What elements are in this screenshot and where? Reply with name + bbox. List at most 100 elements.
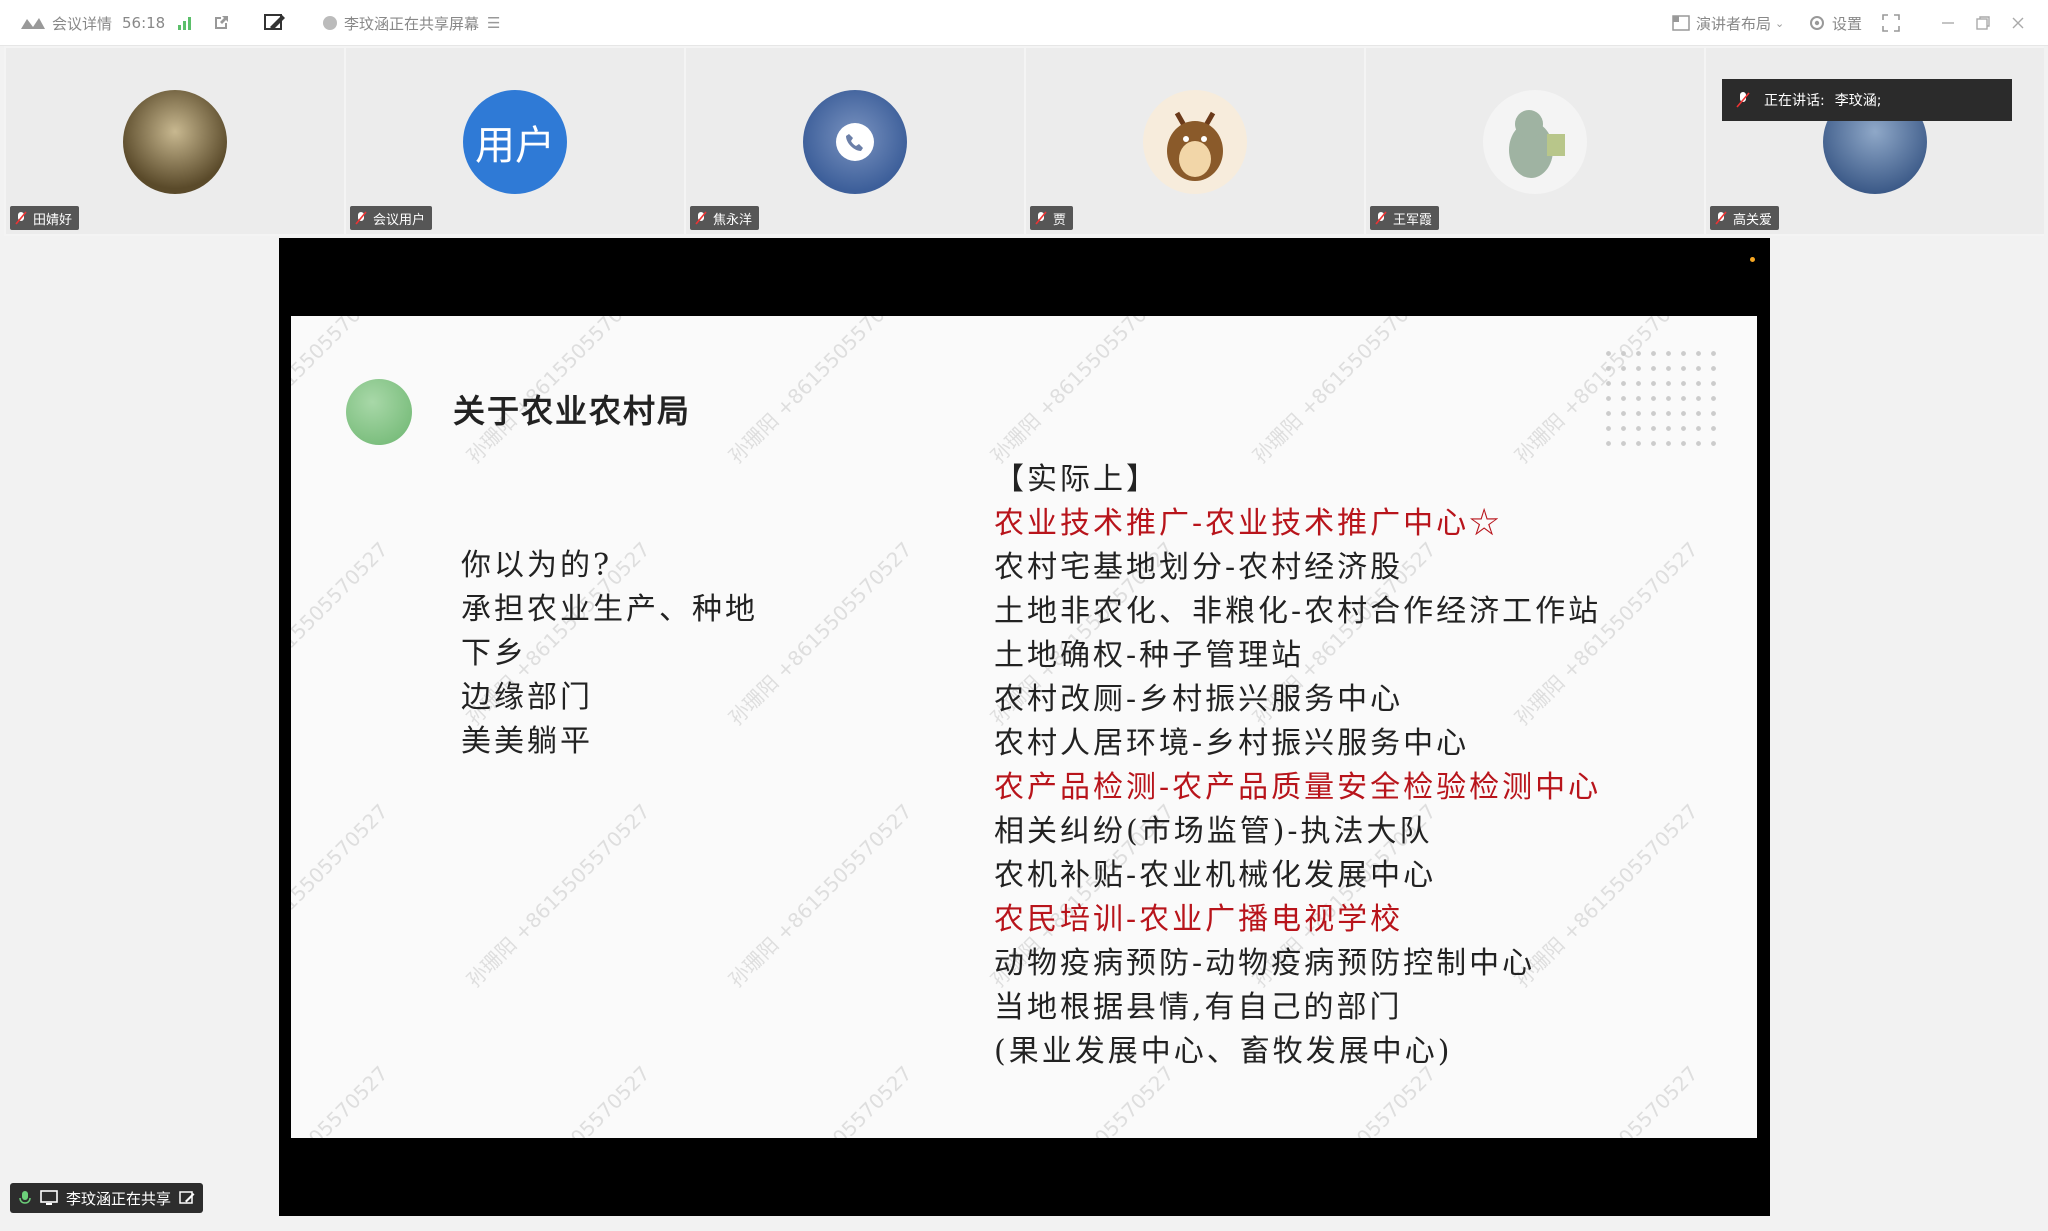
avatar: 用户 xyxy=(463,90,567,194)
slide-right-line: 农村改厕-乡村振兴服务中心 xyxy=(994,682,1404,717)
slide-right-line: 农业技术推广-农业技术推广中心☆ xyxy=(994,506,1503,541)
fullscreen-icon[interactable] xyxy=(1882,0,1900,46)
slide-right-line: 农民培训-农业广播电视学校 xyxy=(994,902,1404,937)
participant-name: 田婧好 xyxy=(33,212,73,228)
slide-bullet-circle xyxy=(346,379,412,445)
slide-right-line: 动物疫病预防-动物疫病预防控制中心 xyxy=(994,946,1536,981)
slide-left-line: 承担农业生产、种地 xyxy=(461,592,758,627)
participant-tile[interactable]: 焦永洋 xyxy=(686,48,1024,234)
gear-icon xyxy=(1808,14,1826,32)
mic-muted-icon xyxy=(695,211,707,225)
watermark-text: 孙珊阳 +8615505570527 xyxy=(291,537,393,730)
avatar xyxy=(1483,90,1587,194)
meeting-logo-icon xyxy=(20,15,46,31)
meeting-details-button[interactable]: 会议详情 xyxy=(20,0,112,46)
chevron-down-icon: ⌄ xyxy=(1775,16,1785,30)
mic-muted-icon xyxy=(1715,211,1727,225)
participant-tile[interactable]: 用户 会议用户 xyxy=(346,48,684,234)
settings-button[interactable]: 设置 xyxy=(1808,0,1862,46)
participant-name: 会议用户 xyxy=(373,212,426,228)
avatar xyxy=(123,90,227,194)
screen-share-icon xyxy=(322,15,338,31)
watermark-text: 孙珊阳 +8615505570527 xyxy=(723,799,917,992)
shared-screen[interactable]: 孙珊阳 +8615505570527 孙珊阳 +8615505570527 孙珊阳 … xyxy=(279,238,1770,1216)
share-badge[interactable]: 李玟涵正在共享 xyxy=(10,1183,204,1213)
share-badge-label: 李玟涵正在共享 xyxy=(66,1189,172,1208)
mic-icon xyxy=(1736,92,1750,108)
slide-left-line: 边缘部门 xyxy=(461,680,593,715)
dinosaur-icon xyxy=(1509,110,1565,178)
participant-name-tag: 焦永洋 xyxy=(690,206,760,230)
layout-icon xyxy=(1672,15,1690,31)
participant-name: 王军霞 xyxy=(1393,212,1433,228)
slide-left-column: 你以为的? 承担农业生产、种地 下乡边缘部门美美躺平 xyxy=(461,544,758,764)
participant-tile[interactable]: 田婧好 xyxy=(6,48,344,234)
slide-right-line: 农机补贴-农业机械化发展中心 xyxy=(994,858,1437,893)
watermark-text: 孙珊阳 +8615505570527 xyxy=(461,799,655,992)
speaking-label: 正在讲话: xyxy=(1764,93,1825,109)
mic-muted-icon xyxy=(15,211,27,225)
participant-tile[interactable]: 王军霞 xyxy=(1366,48,1704,234)
speaking-indicator: 正在讲话: 李玟涵; xyxy=(1722,79,2012,121)
participant-name: 高关爱 xyxy=(1733,212,1773,228)
watermark-text: 孙珊阳 +8615505570527 xyxy=(291,1058,393,1138)
slide-right-line: 土地非农化、非粮化-农村合作经济工作站 xyxy=(994,594,1602,629)
presentation-slide: 孙珊阳 +8615505570527 孙珊阳 +8615505570527 孙珊阳 … xyxy=(291,316,1757,1138)
slide-left-line: 你以为的? xyxy=(461,548,613,583)
slide-right-line: 土地确权-种子管理站 xyxy=(994,638,1305,673)
slide-right-line: (果业发展中心、畜牧发展中心) xyxy=(994,1034,1453,1069)
watermark-text: 孙珊阳 +8615505570527 xyxy=(1247,316,1441,468)
creature-icon xyxy=(1167,111,1223,181)
mic-muted-icon xyxy=(355,211,367,225)
slide-right-line: 农村人居环境-乡村振兴服务中心 xyxy=(994,726,1470,761)
mic-muted-icon xyxy=(1035,211,1047,225)
slide-right-line: 当地根据县情,有自己的部门 xyxy=(994,990,1403,1025)
mic-icon xyxy=(19,1191,31,1204)
watermark-text: 孙珊阳 +8615505570527 xyxy=(721,1058,917,1138)
settings-label: 设置 xyxy=(1832,14,1863,33)
menu-icon: ☰ xyxy=(487,14,501,32)
participant-tile[interactable]: 高关爱 xyxy=(1706,48,2044,234)
meeting-details-label: 会议详情 xyxy=(52,14,113,33)
slide-left-line: 美美躺平 xyxy=(461,724,593,759)
participant-tile[interactable]: 贾 xyxy=(1026,48,1364,234)
title-bar: 会议详情 56:18 李玟涵正在共享屏幕 ☰ 演讲者布局 ⌄ 设置 xyxy=(0,0,2048,46)
participant-name: 贾 xyxy=(1053,212,1067,228)
watermark-text: 孙珊阳 +8615505570527 xyxy=(985,316,1179,468)
meeting-timer: 56:18 xyxy=(122,14,166,32)
slide-right-line: 农产品检测-农产品质量安全检验检测中心 xyxy=(994,770,1602,805)
annotation-icon[interactable] xyxy=(264,0,286,46)
participant-name-tag: 高关爱 xyxy=(1710,206,1780,230)
minimize-icon[interactable] xyxy=(1940,0,1956,46)
participant-strip: 田婧好 用户 会议用户 焦永洋 贾 王军霞 高关爱 xyxy=(4,46,2044,236)
avatar-text: 用户 xyxy=(475,123,555,169)
layout-button[interactable]: 演讲者布局 ⌄ xyxy=(1672,0,1784,46)
layout-label: 演讲者布局 xyxy=(1696,14,1772,33)
watermark-text: 孙珊阳 +8615505570527 xyxy=(291,799,393,992)
speaker-name: 李玟涵; xyxy=(1834,93,1882,109)
slide-right-column: 【实际上】 农业技术推广-农业技术推广中心☆ 农村宅基地划分-农村经济股 土地非农化、… xyxy=(994,458,1601,1074)
restore-icon[interactable] xyxy=(1975,0,1991,46)
pop-out-icon[interactable] xyxy=(212,0,230,46)
slide-right-line: 【实际上】 xyxy=(994,462,1159,497)
participant-name: 焦永洋 xyxy=(713,212,753,228)
phone-icon xyxy=(836,123,874,161)
screen-share-icon xyxy=(40,1190,58,1205)
participant-name-tag: 田婧好 xyxy=(10,206,80,230)
watermark-text: 孙珊阳 +8615505570527 xyxy=(459,1058,655,1138)
slide-title: 关于农业农村局 xyxy=(453,392,692,430)
slide-right-line: 相关纠纷(市场监管)-执法大队 xyxy=(994,814,1433,849)
decorative-dot-grid xyxy=(1601,346,1721,456)
annotation-icon xyxy=(179,1191,195,1204)
watermark-text: 孙珊阳 +8615505570527 xyxy=(723,316,917,468)
avatar xyxy=(1143,90,1247,194)
signal-icon xyxy=(177,0,193,46)
participant-name-tag: 贾 xyxy=(1030,206,1074,230)
recording-indicator-dot xyxy=(1750,257,1755,262)
avatar xyxy=(803,90,907,194)
close-icon[interactable] xyxy=(2010,0,2026,46)
slide-left-line: 下乡 xyxy=(461,636,527,671)
sharing-status-label: 李玟涵正在共享屏幕 xyxy=(344,14,480,33)
sharing-status[interactable]: 李玟涵正在共享屏幕 ☰ xyxy=(322,0,500,46)
participant-name-tag: 王军霞 xyxy=(1370,206,1440,230)
